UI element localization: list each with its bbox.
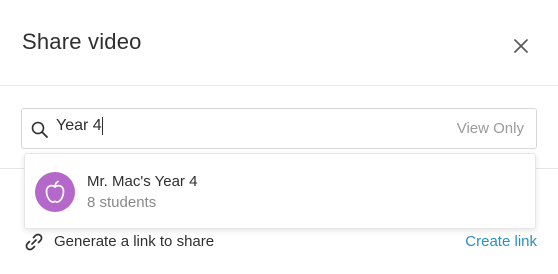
permission-selector[interactable]: View Only — [457, 120, 524, 137]
close-button[interactable] — [508, 33, 534, 59]
search-result-item[interactable]: Mr. Mac's Year 4 8 students — [25, 154, 535, 228]
class-avatar — [35, 172, 75, 212]
close-icon — [514, 39, 528, 53]
dialog-title: Share video — [22, 29, 142, 54]
result-name: Mr. Mac's Year 4 — [87, 173, 198, 190]
text-cursor — [101, 117, 103, 135]
link-icon — [25, 233, 43, 251]
share-video-dialog: Share video Year 4 View Only Generate a … — [0, 0, 558, 274]
share-search-field[interactable]: Year 4 View Only — [21, 108, 537, 149]
apple-icon — [45, 180, 65, 203]
search-results-dropdown: Mr. Mac's Year 4 8 students — [24, 153, 536, 229]
result-member-count: 8 students — [87, 194, 157, 211]
search-icon — [31, 121, 48, 138]
create-link-button[interactable]: Create link — [465, 233, 537, 250]
dialog-header: Share video — [0, 0, 558, 86]
search-input[interactable]: Year 4 — [56, 117, 436, 141]
share-link-row: Generate a link to share Create link — [0, 228, 558, 258]
search-input-value: Year 4 — [56, 117, 102, 135]
share-link-label: Generate a link to share — [54, 233, 215, 250]
